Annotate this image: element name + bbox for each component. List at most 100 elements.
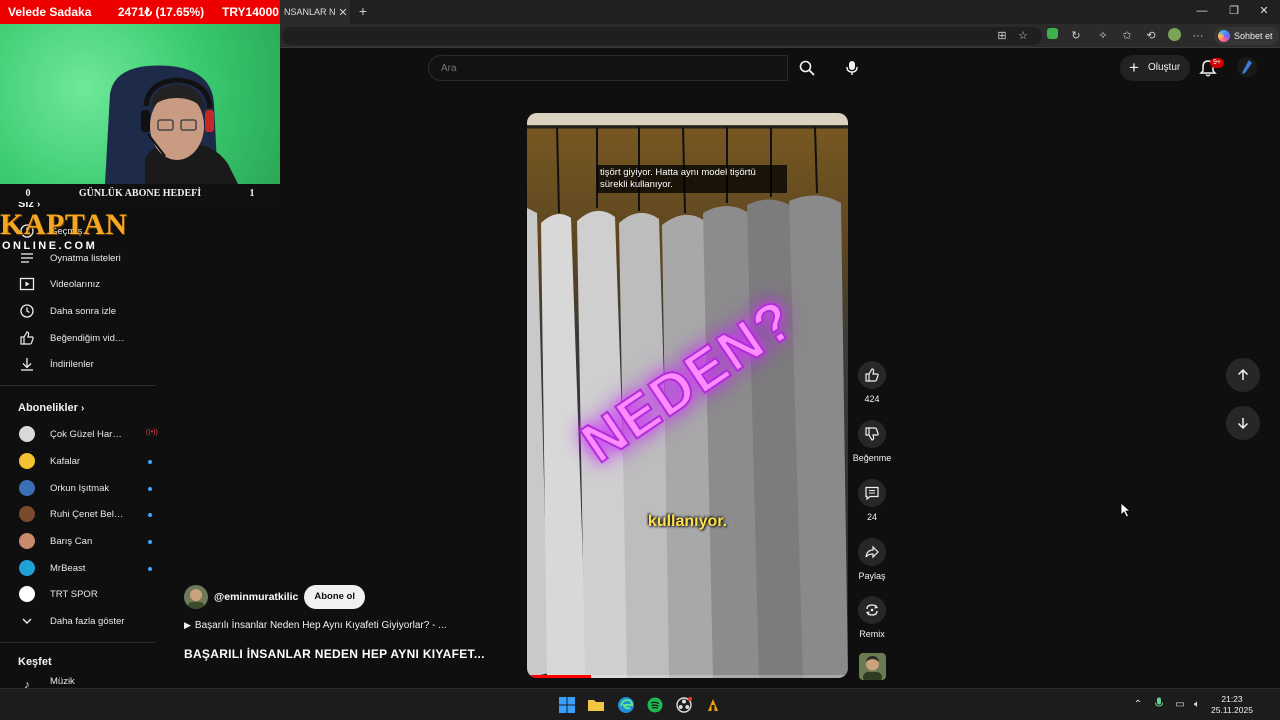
sidebar-item-your-videos[interactable]: Videolarınız <box>18 273 158 295</box>
extension-shield-icon[interactable] <box>1044 28 1060 44</box>
app-button[interactable] <box>703 695 723 715</box>
video-progress-fill <box>527 675 592 678</box>
subscription-item[interactable]: Orkun Işıtmak <box>18 477 158 499</box>
subscription-label: TRT SPOR <box>50 588 98 600</box>
edge-icon <box>618 697 634 713</box>
edge-browser-button[interactable] <box>616 695 636 715</box>
spotify-button[interactable] <box>645 695 665 715</box>
search-input[interactable] <box>429 56 787 80</box>
create-button[interactable]: + Oluştur <box>1120 55 1191 81</box>
browser-tab[interactable]: NSANLAR NE ✕ <box>280 0 350 24</box>
sidebar-divider <box>0 385 156 386</box>
app-available-icon[interactable]: ⊞ <box>994 28 1010 44</box>
dislike-action[interactable]: Beğenme <box>852 420 892 463</box>
sidebar-subscriptions-heading[interactable]: Abonelikler › <box>18 402 84 414</box>
sidebar-item-liked-videos[interactable]: Beğendiğim videolar <box>18 327 158 349</box>
remix-button[interactable] <box>858 596 886 624</box>
sidebar-item-downloads[interactable]: İndirilenler <box>18 353 158 375</box>
sidebar-item-watch-later[interactable]: Daha sonra izle <box>18 300 158 322</box>
minimize-button[interactable]: — <box>1187 0 1217 22</box>
sidebar-explore-heading: Keşfet <box>18 656 52 668</box>
goal-label: GÜNLÜK ABONE HEDEFİ <box>78 187 202 199</box>
like-button[interactable] <box>858 361 886 389</box>
downloads-icon <box>18 355 36 373</box>
user-avatar[interactable] <box>1237 57 1257 77</box>
restore-button[interactable]: ❐ <box>1219 0 1249 22</box>
voice-search-button[interactable] <box>838 54 866 82</box>
subscription-label: Çok Güzel Hareket… <box>50 428 126 440</box>
share-button[interactable] <box>858 538 886 566</box>
channel-avatar[interactable] <box>184 585 208 609</box>
subscribe-button[interactable]: Abone ol <box>304 585 365 609</box>
video-caption-bottom: kullanıyor. <box>647 513 728 530</box>
webcam-feed <box>0 24 280 184</box>
show-more-button[interactable]: Daha fazla göster <box>18 610 158 632</box>
sound-thumbnail[interactable] <box>859 653 886 680</box>
channel-avatar <box>19 453 35 469</box>
favorites-icon[interactable]: ✩ <box>1119 28 1135 44</box>
obs-button[interactable] <box>674 695 694 715</box>
file-explorer-button[interactable] <box>586 695 606 715</box>
subscription-item[interactable]: Kafalar <box>18 450 158 472</box>
profile-icon[interactable] <box>1166 28 1182 44</box>
new-content-dot <box>148 487 152 491</box>
volume-icon[interactable]: 🔈︎ <box>1190 697 1204 713</box>
create-label: Oluştur <box>1148 62 1181 73</box>
liked-videos-icon <box>18 329 36 347</box>
new-tab-button[interactable]: + <box>354 2 372 20</box>
remix-action[interactable]: Remix <box>852 596 892 639</box>
donor-name: Velede Sadaka <box>8 5 92 19</box>
clock-time: 21:23 <box>1221 694 1243 704</box>
favorite-star-icon[interactable]: ☆ <box>1015 28 1031 44</box>
system-clock[interactable]: 21:23 25.11.2025 <box>1206 694 1258 716</box>
chevron-down-icon <box>18 612 36 630</box>
subscription-item[interactable]: MrBeast <box>18 557 158 579</box>
short-video-player[interactable]: tişört giyiyor. Hatta aynı model tişörtü… <box>527 113 848 678</box>
next-short-button[interactable] <box>1226 406 1260 440</box>
share-label: Paylaş <box>858 571 886 581</box>
subscription-label: Kafalar <box>50 455 81 467</box>
new-content-dot <box>148 540 152 544</box>
subscription-item[interactable]: Ruhi Çenet Belge… <box>18 503 158 525</box>
extensions-icon[interactable]: ✧ <box>1095 28 1111 44</box>
sidebar-divider <box>0 642 156 643</box>
subscription-item[interactable]: TRT SPOR <box>18 583 158 605</box>
copilot-label: Sohbet et <box>1234 31 1273 41</box>
dislike-button[interactable] <box>858 420 886 448</box>
comments-action[interactable]: 24 <box>852 479 892 522</box>
subscriptions-heading-label: Abonelikler <box>18 402 78 414</box>
logo-sub-text: ONLINE.COM <box>2 240 98 252</box>
microphone-tray-icon[interactable] <box>1152 697 1166 713</box>
subscription-label: Ruhi Çenet Belge… <box>50 508 126 520</box>
more-menu-icon[interactable]: ··· <box>1190 28 1206 44</box>
history-toolbar-icon[interactable]: ⟲ <box>1143 28 1159 44</box>
new-content-dot <box>148 513 152 517</box>
network-icon[interactable]: ▭ <box>1173 697 1187 713</box>
windows-logo-icon <box>559 697 575 713</box>
close-window-button[interactable]: ✕ <box>1249 0 1279 22</box>
subscription-item[interactable]: Çok Güzel Hareket… ((•)) <box>18 423 158 445</box>
logo-main-text: KAPTAN <box>0 208 128 241</box>
search-icon <box>799 60 815 76</box>
sidebar-item-music[interactable]: ♪ Müzik <box>18 676 158 688</box>
subscription-label: Barış Can <box>50 535 93 547</box>
like-action[interactable]: 424 <box>852 361 892 404</box>
channel-name[interactable]: @eminmuratkilic <box>214 591 298 603</box>
video-progress-bar[interactable] <box>527 675 848 678</box>
subscription-item[interactable]: Barış Can <box>18 530 158 552</box>
related-video-title: Başarılı İnsanlar Neden Hep Aynı Kıyafet… <box>194 620 447 631</box>
start-button[interactable] <box>557 695 577 715</box>
previous-short-button[interactable] <box>1226 358 1260 392</box>
tab-close-icon[interactable]: ✕ <box>336 6 350 19</box>
url-field[interactable] <box>282 27 1042 45</box>
copilot-chat-button[interactable]: Sohbet et <box>1214 27 1279 45</box>
thumbs-up-icon <box>865 368 879 382</box>
search-box <box>428 55 788 81</box>
comments-button[interactable] <box>858 479 886 507</box>
related-video-link[interactable]: ▶ Başarılı İnsanlar Neden Hep Aynı Kıyaf… <box>184 620 447 631</box>
tray-overflow-icon[interactable]: ⌃ <box>1131 697 1145 713</box>
refresh-extension-icon[interactable]: ↻ <box>1068 28 1084 44</box>
donation-percent: 2471₺ (17.65%) <box>117 5 205 19</box>
search-button[interactable] <box>788 55 826 81</box>
share-action[interactable]: Paylaş <box>852 538 892 581</box>
